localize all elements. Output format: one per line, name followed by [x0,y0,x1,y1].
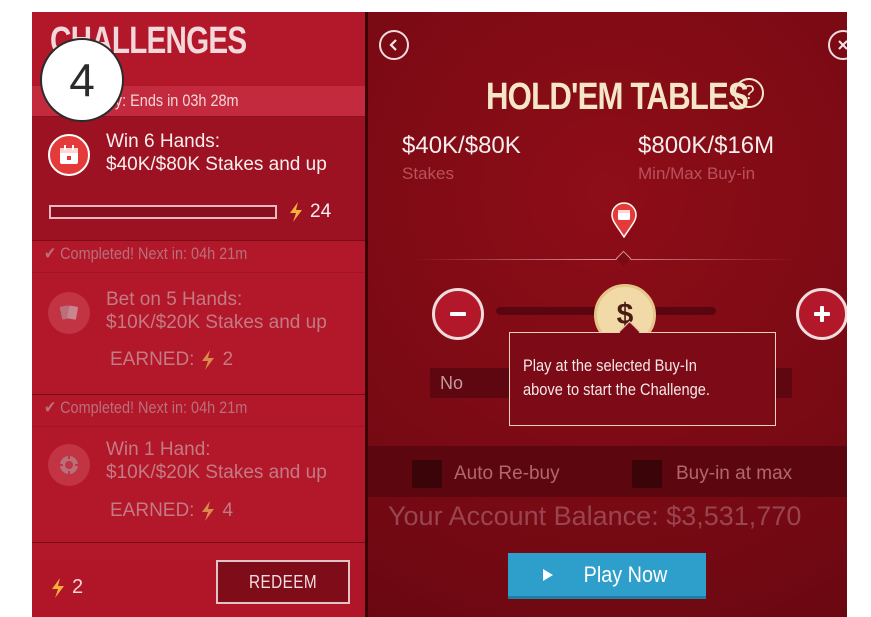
chip-icon [48,444,90,486]
decrease-buyin-button[interactable] [432,288,484,340]
challenge-line2: $40K/$80K Stakes and up [106,154,327,175]
divider [32,272,365,273]
buyin-label: Min/Max Buy-in [638,164,756,183]
plus-icon [814,306,830,322]
earned-value: 2 [222,349,234,370]
calendar-icon [48,134,90,176]
play-now-button[interactable]: Play Now [508,553,706,599]
buyin-value: $800K/$16M [638,132,775,159]
divider [414,259,794,260]
options-bar: Auto Re-buy Buy-in at max [368,446,847,497]
challenge-reward: 24 [288,201,331,223]
back-button[interactable] [379,30,409,60]
completed-status: ✔ Completed! Next in: 04h 21m [44,244,248,263]
tooltip-line2: above to start the Challenge. [523,380,710,399]
redeem-button[interactable]: REDEEM [216,560,350,604]
divider [32,240,365,241]
bolt-icon [52,577,64,598]
bolt-icon [290,202,302,222]
challenge-line1: Win 6 Hands: [106,131,221,152]
points-value: 2 [72,576,84,598]
divider-notch [615,250,632,267]
buyin-max-label: Buy-in at max [676,463,793,484]
challenge-line2: $10K/$20K Stakes and up [106,312,327,333]
bolt-icon [202,350,215,370]
challenge-reward-value: 24 [310,201,332,222]
earned-label: EARNED: [110,500,195,521]
auto-rebuy-checkbox[interactable] [412,460,442,488]
minus-icon [450,312,466,316]
points-count: 2 [50,576,83,599]
divider [32,426,365,427]
earned-label: EARNED: [110,349,195,370]
account-balance: Your Account Balance: $3,531,770 [388,501,802,531]
challenges-screen: CHALLENGES Daily: Ends in 03h 28m Win 6 … [32,12,847,617]
earned-value: 4 [222,500,234,521]
divider [32,542,365,543]
buyin-min-field: No [430,368,510,398]
challenge-line1: Bet on 5 Hands: [106,289,243,310]
earned-row: EARNED: 4 [110,500,233,522]
increase-buyin-button[interactable] [796,288,847,340]
buyin-max-checkbox[interactable] [632,460,662,488]
auto-rebuy-label: Auto Re-buy [454,463,560,484]
close-button[interactable] [828,30,847,60]
cards-icon [48,292,90,334]
divider [32,394,365,395]
active-challenge[interactable]: Win 6 Hands: $40K/$80K Stakes and up 24 [32,117,365,240]
challenge-line2: $10K/$20K Stakes and up [106,462,327,483]
holdem-tables-panel: HOLD'EM TABLES ? $40K/$80K Stakes $800K/… [368,12,847,617]
challenge-tooltip: Play at the selected Buy-In above to sta… [509,332,776,426]
tooltip-line1: Play at the selected Buy-In [523,356,697,375]
stakes-value: $40K/$80K [402,132,521,159]
help-button[interactable]: ? [734,78,764,108]
chevron-left-icon [389,39,397,51]
challenge-marker-icon [611,202,637,238]
completed-status: ✔ Completed! Next in: 04h 21m [44,398,248,417]
play-icon [542,568,553,581]
step-number-badge: 4 [40,38,124,122]
challenge-line1: Win 1 Hand: [106,439,211,460]
close-icon [838,40,847,50]
play-now-label: Play Now [583,561,667,587]
earned-row: EARNED: 2 [110,349,233,371]
stakes-label: Stakes [402,164,454,183]
challenge-progress-bar [49,205,277,219]
bolt-icon [202,501,215,521]
